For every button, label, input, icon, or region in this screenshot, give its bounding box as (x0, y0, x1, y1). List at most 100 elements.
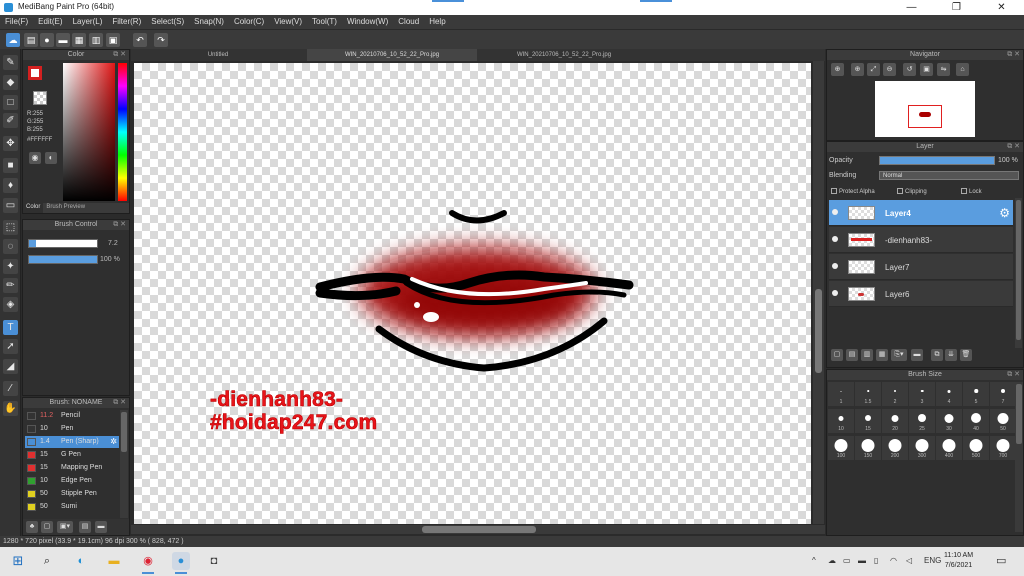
brush-list-scrollbar[interactable] (120, 410, 128, 518)
fill-rect-icon[interactable]: ■ (3, 158, 18, 173)
divide-icon[interactable]: ◢ (3, 359, 18, 374)
cloud-icon[interactable]: ☁ (6, 33, 20, 47)
brush-size-slider[interactable] (28, 239, 98, 248)
chevron-up-icon[interactable]: ^ (812, 556, 816, 565)
brush-size-cell[interactable]: 200 (882, 436, 908, 460)
chrome-icon[interactable]: ◉ (139, 552, 157, 574)
brush-size-cell[interactable]: 30 (936, 409, 962, 433)
panel-close-icon[interactable]: ⧉ ✕ (1007, 50, 1020, 60)
brush-opacity-slider[interactable] (28, 255, 98, 264)
menu-snap[interactable]: Snap(N) (189, 15, 229, 29)
language-indicator[interactable]: ENG (924, 556, 941, 565)
cloud-tray-icon[interactable]: ☁ (828, 556, 836, 565)
menu-edit[interactable]: Edit(E) (33, 15, 67, 29)
layer-menu-icon[interactable]: ⎘▾ (891, 349, 907, 361)
brush-item[interactable]: 50 Stipple Pen (25, 488, 119, 500)
brush-item[interactable]: 10 Pen (25, 423, 119, 435)
layer-list-scrollbar[interactable] (1015, 198, 1022, 348)
file-explorer-icon[interactable]: ▬ (105, 552, 123, 570)
doc-tab-image-2[interactable]: WIN_20210706_10_52_22_Pro.jpg (479, 49, 649, 61)
brush-size-cell[interactable]: 7 (990, 382, 1016, 406)
clipping-checkbox[interactable]: Clipping (897, 188, 927, 195)
edge-icon[interactable]: ◐ (72, 552, 90, 570)
eraser-icon[interactable]: ◆ (3, 75, 18, 90)
brush-size-cell[interactable]: 1.5 (855, 382, 881, 406)
gear-icon[interactable]: ⚙ (999, 206, 1010, 220)
brush-size-cell[interactable]: 500 (963, 436, 989, 460)
visibility-icon[interactable] (832, 290, 838, 296)
doc-tab-image-1[interactable]: WIN_20210706_10_52_22_Pro.jpg (307, 49, 477, 61)
brush-size-cell[interactable]: 150 (855, 436, 881, 460)
doc-tab-untitled[interactable]: Untitled (131, 49, 305, 61)
marquee-icon[interactable]: ⬚ (3, 220, 18, 235)
magic-wand-icon[interactable]: ✦ (3, 259, 18, 274)
brush-size-cell[interactable]: 2 (882, 382, 908, 406)
brush-size-cell[interactable]: 300 (909, 436, 935, 460)
close-button[interactable]: ✕ (979, 0, 1024, 15)
visibility-icon[interactable] (832, 209, 838, 215)
bucket-icon[interactable]: ♦ (3, 178, 18, 193)
panel-close-icon[interactable]: ⧉ ✕ (113, 220, 126, 230)
clock[interactable]: 11:10 AM 7/6/2021 (944, 551, 973, 571)
menu-select[interactable]: Select(S) (146, 15, 189, 29)
notification-icon[interactable]: ▭ (996, 554, 1006, 567)
brush-size-scrollbar[interactable] (1015, 382, 1023, 532)
brush-copy-icon[interactable]: ▤ (79, 521, 91, 533)
network-icon[interactable]: ▭ (843, 556, 851, 565)
menu-layer[interactable]: Layer(L) (68, 15, 108, 29)
brush-size-cell[interactable]: 10 (828, 409, 854, 433)
canvas[interactable]: -dienhanh83- #hoidap247.com (134, 63, 811, 524)
zoom-in-2-icon[interactable]: ⊕ (851, 63, 864, 76)
brush-item[interactable]: 11.2 Pencil (25, 410, 119, 422)
menu-color[interactable]: Color(C) (229, 15, 269, 29)
menu-window[interactable]: Window(W) (342, 15, 393, 29)
chat-icon[interactable]: ● (40, 33, 54, 47)
hue-slider[interactable] (118, 63, 127, 201)
protect-alpha-checkbox[interactable]: Protect Alpha (831, 188, 875, 195)
layer-row[interactable]: Layer6 (829, 281, 1013, 307)
minimize-button[interactable]: — (889, 0, 934, 15)
palette-icon[interactable]: ◉ (29, 152, 41, 164)
panel-close-icon[interactable]: ⧉ ✕ (1007, 142, 1020, 152)
operation-icon[interactable]: ➚ (3, 339, 18, 354)
tab-color[interactable]: Color (23, 203, 44, 213)
wifi-icon[interactable]: ◠ (890, 556, 897, 565)
zoom-out-icon[interactable]: ⊖ (883, 63, 896, 76)
brush-item[interactable]: 10 Edge Pen (25, 475, 119, 487)
comic-icon[interactable]: ▬ (56, 33, 70, 47)
visibility-icon[interactable] (832, 263, 838, 269)
brush-size-cell[interactable]: 15 (855, 409, 881, 433)
rotate-left-icon[interactable]: ↺ (903, 63, 916, 76)
lock-checkbox[interactable]: Lock (961, 188, 982, 195)
brush-menu-icon[interactable]: ▣▾ (57, 521, 73, 533)
delete-layer-icon[interactable]: 🗑 (960, 349, 972, 361)
new-1bit-layer-icon[interactable]: ▦ (876, 349, 888, 361)
canvas-area[interactable]: -dienhanh83- #hoidap247.com (131, 61, 825, 536)
brush-size-cell[interactable]: 400 (936, 436, 962, 460)
menu-filter[interactable]: Filter(R) (107, 15, 146, 29)
merge-layer-icon[interactable]: ⇊ (945, 349, 957, 361)
canvas-horizontal-scrollbar[interactable] (131, 525, 825, 534)
fit-icon[interactable]: ⤢ (867, 63, 880, 76)
gear-icon[interactable]: ✲ (110, 437, 117, 446)
medibang-icon[interactable]: ● (172, 552, 190, 574)
new-layer-icon[interactable]: ▢ (831, 349, 843, 361)
eyedropper-small-icon[interactable]: ◐ (45, 152, 57, 164)
windows-start-icon[interactable]: ⊞ (9, 552, 27, 570)
volume-icon[interactable]: ◁ (906, 556, 912, 565)
panel-close-icon[interactable]: ⧉ ✕ (113, 50, 126, 60)
brush-size-cell[interactable]: 20 (882, 409, 908, 433)
maximize-button[interactable]: ❐ (934, 0, 979, 15)
folder-tray-icon[interactable]: ▬ (858, 556, 866, 565)
panel-close-icon[interactable]: ⧉ ✕ (113, 398, 126, 408)
menu-cloud[interactable]: Cloud (393, 15, 424, 29)
eyedropper-icon[interactable]: ⁄ (3, 381, 18, 396)
brush-size-cell[interactable]: 40 (963, 409, 989, 433)
foreground-swatch[interactable] (28, 66, 42, 80)
brush-add-icon[interactable]: ♣ (26, 521, 38, 533)
battery-icon[interactable]: ▯ (874, 556, 878, 565)
brush-size-cell[interactable]: 5 (963, 382, 989, 406)
select-eraser-icon[interactable]: ◈ (3, 297, 18, 312)
rect-select-icon[interactable]: □ (3, 95, 18, 110)
menu-view[interactable]: View(V) (269, 15, 307, 29)
